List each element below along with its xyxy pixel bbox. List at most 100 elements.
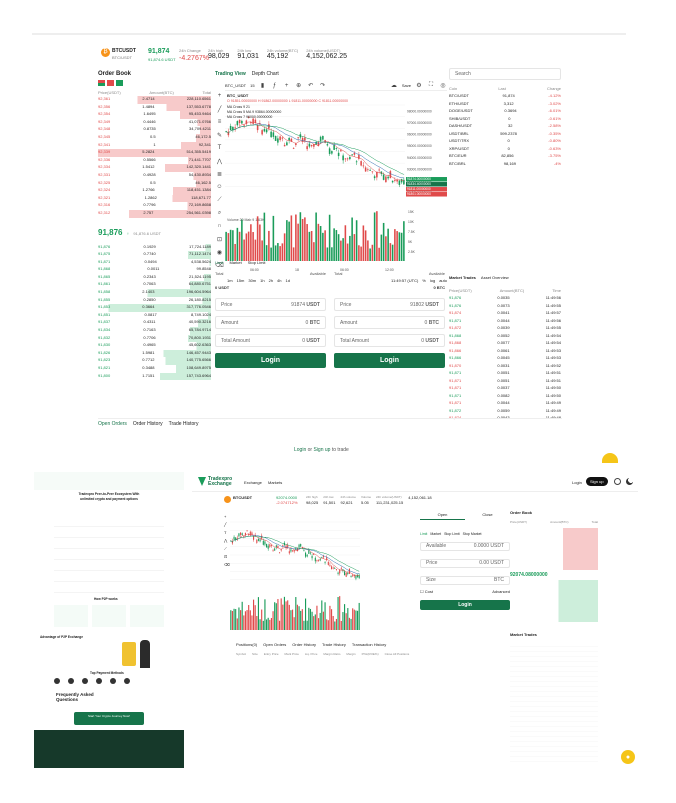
tab-positions[interactable]: Positions(0) bbox=[236, 642, 257, 647]
market-row[interactable]: USDT/TRX 0 -0.80% bbox=[449, 138, 561, 146]
market-row[interactable]: BTC/USDT 91,874 -4.12% bbox=[449, 93, 561, 101]
view-asks-icon[interactable] bbox=[107, 80, 114, 86]
orderbook-row[interactable]: 92,325 0.5 46,162.5 bbox=[98, 179, 211, 188]
market-row[interactable]: XRP/USDT 0 -0.63% bbox=[449, 146, 561, 154]
orderbook-row[interactable]: 92,349 0.4446 41,071.0766 bbox=[98, 118, 211, 127]
orderbook-row[interactable]: 92,324 1.2766 118,451.1384 bbox=[98, 187, 211, 195]
orderbook-row[interactable]: 91,853 0.3664 317,776.0546 bbox=[98, 304, 211, 312]
market-row[interactable]: DOGE/USDT 0.3694 -6.01% bbox=[449, 108, 561, 116]
lock-icon[interactable]: ⊡ bbox=[216, 235, 224, 243]
mini-ruler-icon[interactable]: ⟋ bbox=[224, 546, 230, 551]
theme-toggle-icon[interactable] bbox=[626, 478, 633, 485]
crosshair-icon[interactable]: + bbox=[216, 92, 224, 100]
orderbook-row[interactable]: 92,331 0.4928 54,430.8934 bbox=[98, 171, 211, 180]
tab-open[interactable]: Open bbox=[420, 510, 465, 520]
orderbook-row[interactable]: 91,837 0.4311 40,590.3216 bbox=[98, 319, 211, 328]
mini-price-field[interactable]: Price 0.00 USDT bbox=[420, 559, 510, 568]
mini-pair[interactable]: BTCUSDT bbox=[233, 495, 252, 500]
symbol-search[interactable]: BTC_USDT bbox=[225, 83, 246, 88]
login-link[interactable]: Login bbox=[294, 447, 306, 453]
compare-icon[interactable]: ⊕ bbox=[295, 82, 303, 90]
orderbook-row[interactable]: 91,832 0.7706 70,800.1931 bbox=[98, 334, 211, 343]
mini-line-icon[interactable]: ╱ bbox=[224, 522, 230, 527]
tab-trading-view[interactable]: Trading View bbox=[215, 71, 246, 77]
orderbook-row[interactable]: 91,851 0.0817 8,749.1024 bbox=[98, 311, 211, 320]
orderbook-row[interactable]: 91,858 2.1403 196,604.5964 bbox=[98, 289, 211, 297]
market-col-header[interactable]: Change bbox=[547, 86, 561, 91]
sell-login-button[interactable]: Login bbox=[334, 353, 445, 368]
search-input[interactable]: Search bbox=[449, 68, 561, 80]
pair-name[interactable]: BTCUSDT bbox=[112, 48, 136, 54]
mini-trash-icon[interactable]: ⌫ bbox=[224, 562, 230, 567]
orderbook-row[interactable]: 92,356 1.4894 137,553.6778 bbox=[98, 103, 211, 112]
indicators-icon[interactable]: ƒ bbox=[271, 82, 279, 90]
orderbook-row[interactable]: 91,823 0.7712 140,775.6566 bbox=[98, 357, 211, 365]
market-row[interactable]: SHIB/USDT 0 -0.61% bbox=[449, 116, 561, 124]
market-row[interactable]: BTC/EUR 82,856 -3.75% bbox=[449, 153, 561, 161]
mini-crosshair-icon[interactable]: + bbox=[224, 514, 230, 519]
undo-icon[interactable]: ↶ bbox=[307, 82, 315, 90]
text-icon[interactable]: T bbox=[216, 144, 224, 152]
tab-stop-limit[interactable]: Stop Limit bbox=[248, 260, 266, 265]
orderbook-row[interactable]: 92,339 5.2824 514,355.5419 bbox=[98, 149, 211, 157]
mini-pattern-icon[interactable]: ⋀ bbox=[224, 538, 230, 543]
mini-tab-order-history[interactable]: Order History bbox=[292, 642, 316, 647]
orderbook-row[interactable]: 91,821 0.3488 108,649.8975 bbox=[98, 365, 211, 373]
orderbook-row[interactable]: 92,361 2.4714 228,110.6561 bbox=[98, 96, 211, 104]
nav-exchange[interactable]: Exchange bbox=[244, 480, 262, 485]
candlestick-chart[interactable]: 98000.00000000 97000.00000000 96000.000000… bbox=[225, 93, 447, 273]
cloud-icon[interactable]: ☁ bbox=[390, 82, 398, 90]
buy-amount-field[interactable]: Amount 0 BTC bbox=[215, 316, 326, 329]
buy-login-button[interactable]: Login bbox=[215, 353, 326, 368]
orderbook-row[interactable]: 91,830 0.4965 45,602.6363 bbox=[98, 342, 211, 350]
mini-tab-stop-market[interactable]: Stop Market bbox=[463, 532, 482, 537]
market-row[interactable]: USDT/BRL 599.2378 -0.35% bbox=[449, 131, 561, 139]
market-col-header[interactable]: Coin bbox=[449, 86, 457, 91]
orderbook-row[interactable]: 91,871 0.0494 4,538.5624 bbox=[98, 258, 211, 267]
orderbook-row[interactable]: 91,865 0.2343 21,524.1195 bbox=[98, 273, 211, 282]
orderbook-row[interactable]: 92,316 0.7796 72,169.8658 bbox=[98, 202, 211, 210]
mini-tab-trade-history[interactable]: Trade History bbox=[322, 642, 346, 647]
tab-trade-history[interactable]: Trade History bbox=[169, 421, 199, 428]
orderbook-row[interactable]: 91,855 0.2850 26,180.8215 bbox=[98, 296, 211, 305]
sell-price-field[interactable]: Price 91802 USDT bbox=[334, 298, 445, 311]
orderbook-row[interactable]: 91,875 0.7740 71,112.1474 bbox=[98, 251, 211, 259]
tab-depth-chart[interactable]: Depth Chart bbox=[252, 71, 279, 77]
mini-tab-stop-limit[interactable]: Stop Limit bbox=[444, 532, 460, 537]
mini-lock-icon[interactable]: ⊡ bbox=[224, 554, 230, 559]
orderbook-row[interactable]: 91,876 0.1929 17,724.1189 bbox=[98, 243, 211, 252]
orderbook-row[interactable]: 92,336 0.5566 71,441.7707 bbox=[98, 156, 211, 165]
tab-order-history[interactable]: Order History bbox=[133, 421, 163, 428]
orderbook-row[interactable]: 92,348 0.8735 34,709.4211 bbox=[98, 126, 211, 134]
save-button[interactable]: Save bbox=[402, 83, 411, 88]
tab-limit[interactable]: Limit bbox=[215, 260, 223, 265]
mini-candlestick-chart[interactable] bbox=[230, 510, 418, 640]
mini-advanced[interactable]: Advanced bbox=[492, 589, 510, 594]
orderbook-row[interactable]: 91,834 0.7163 65,784.9714 bbox=[98, 327, 211, 335]
nav-markets[interactable]: Markets bbox=[268, 480, 282, 485]
tab-close[interactable]: Close bbox=[465, 510, 510, 520]
globe-icon[interactable] bbox=[614, 478, 621, 485]
brand-name[interactable]: Tradexpro Exchange bbox=[208, 477, 238, 487]
settings-icon[interactable]: ⚙ bbox=[415, 82, 423, 90]
mini-size-field[interactable]: Size BTC bbox=[420, 576, 510, 585]
view-bids-icon[interactable] bbox=[116, 80, 123, 86]
tab-market-trades[interactable]: Market Trades bbox=[449, 275, 476, 280]
mini-tab-market[interactable]: Market bbox=[430, 532, 441, 537]
tab-open-orders[interactable]: Open Orders bbox=[98, 421, 127, 428]
eye-icon[interactable]: ◉ bbox=[216, 248, 224, 256]
brush-icon[interactable]: ✎ bbox=[216, 131, 224, 139]
signup-link[interactable]: Sign up bbox=[313, 447, 330, 453]
redo-icon[interactable]: ↷ bbox=[319, 82, 327, 90]
buy-total-field[interactable]: Total Amount 0 USDT bbox=[215, 334, 326, 347]
tab-asset-overview[interactable]: Asset Overview bbox=[481, 275, 509, 280]
mini-cost-checkbox[interactable]: ☐ Cost bbox=[420, 589, 433, 594]
horizontal-line-icon[interactable]: ≡ bbox=[216, 118, 224, 126]
orderbook-row[interactable]: 92,334 1.5412 142,320.1441 bbox=[98, 164, 211, 172]
zoom-icon[interactable]: ⌕ bbox=[216, 209, 224, 217]
market-row[interactable]: DASH/USDT 32 -2.58% bbox=[449, 123, 561, 131]
market-row[interactable]: BTC/BRL 98,169 -4% bbox=[449, 161, 561, 169]
buy-price-field[interactable]: Price 91874 USDT bbox=[215, 298, 326, 311]
chat-bubble-top[interactable] bbox=[602, 453, 618, 463]
mini-tab-limit[interactable]: Limit bbox=[420, 532, 427, 537]
